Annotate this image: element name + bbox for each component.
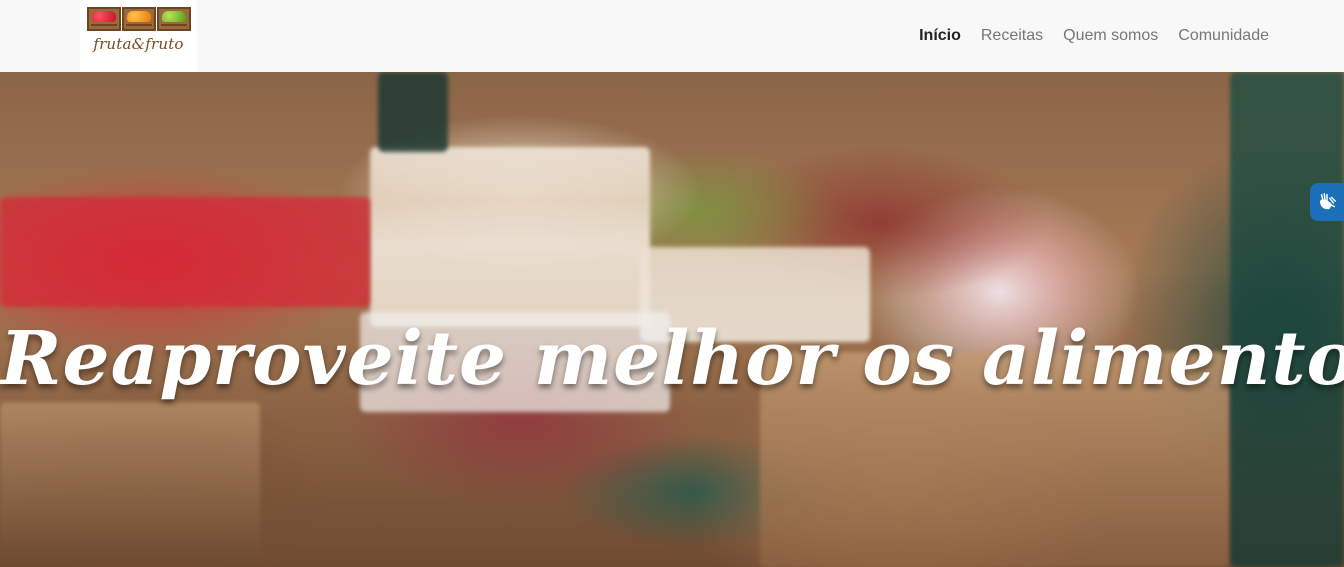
nav-link-receitas[interactable]: Receitas	[981, 23, 1043, 49]
nav-link-quem-somos[interactable]: Quem somos	[1063, 23, 1158, 49]
orange-fruit-crate-icon	[121, 7, 156, 31]
dark-pillar	[378, 72, 448, 152]
hero-title: Reaproveite melhor os alimentos!	[0, 316, 1344, 402]
navbar: fruta&fruto Início Receitas Quem somos C…	[0, 0, 1344, 72]
accessibility-widget-button[interactable]	[1310, 183, 1344, 221]
wooden-crates-bottom-left	[0, 402, 260, 567]
nav-link-inicio[interactable]: Início	[919, 23, 961, 49]
nav-link-comunidade[interactable]: Comunidade	[1178, 23, 1269, 49]
crate-stack-left	[370, 147, 650, 327]
sign-language-hands-icon	[1319, 193, 1336, 210]
red-fruit-crate-icon	[86, 7, 121, 31]
main-nav: Início Receitas Quem somos Comunidade	[919, 0, 1269, 72]
green-fruit-crate-icon	[156, 7, 191, 31]
site-logo[interactable]: fruta&fruto	[80, 0, 197, 72]
logo-text: fruta&fruto	[93, 35, 184, 53]
fruit-crates-icon	[86, 7, 191, 31]
red-tablecloth	[0, 197, 370, 307]
hero-banner: Reaproveite melhor os alimentos!	[0, 72, 1344, 567]
